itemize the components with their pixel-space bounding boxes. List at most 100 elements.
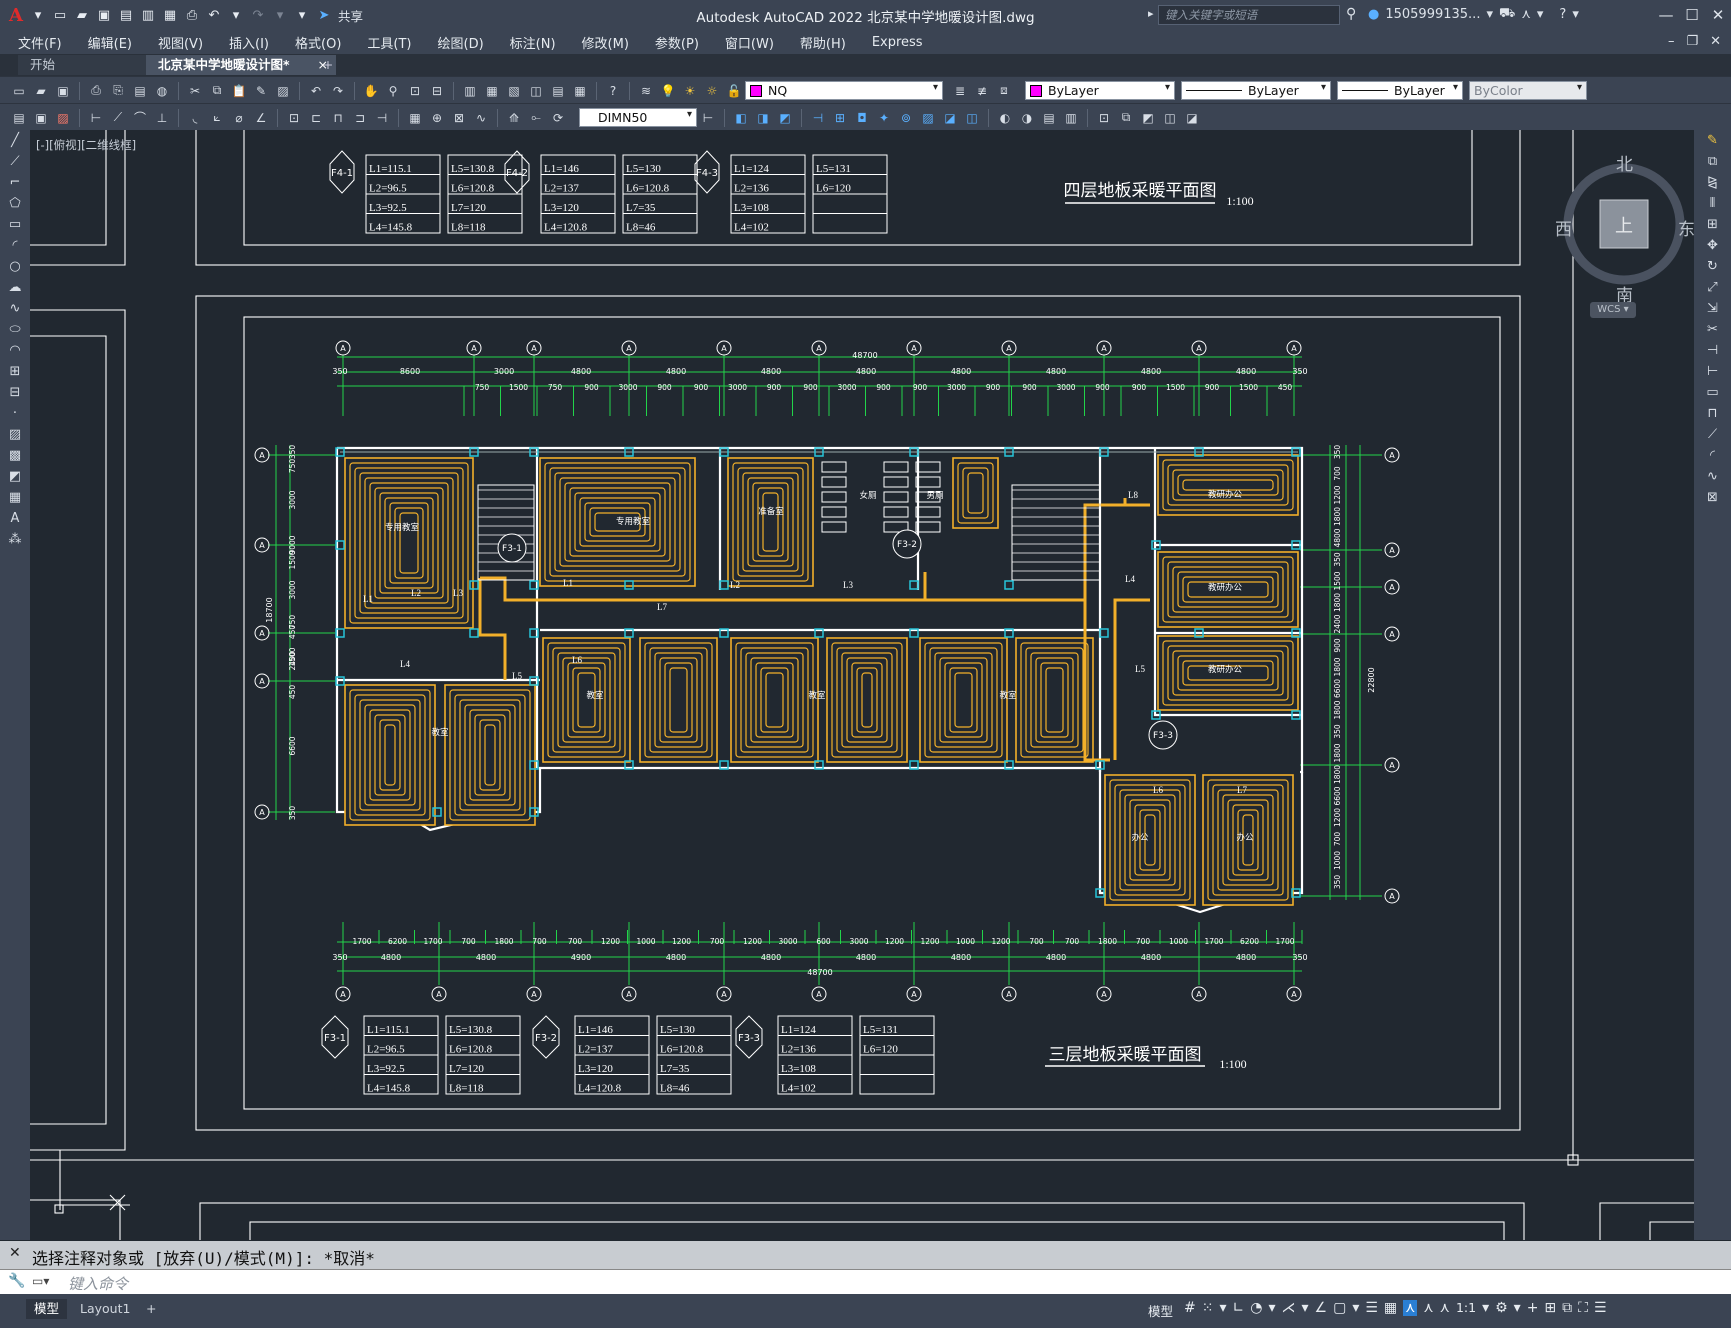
recent-commands-icon[interactable]: ▭▾ bbox=[32, 1274, 49, 1288]
dim-style-icon[interactable]: ⊢ bbox=[699, 109, 717, 127]
drawing-canvas[interactable]: F4-1 L1=115.1 L5=130.8 L2=96.5 L6=120.8 L3=92… bbox=[30, 130, 1694, 1240]
customize-wrench-icon[interactable]: 🔧 bbox=[8, 1273, 25, 1289]
scale-icon[interactable]: ⤢ bbox=[1694, 277, 1731, 298]
annotation-scale-icon[interactable]: ⋏ bbox=[1440, 1300, 1450, 1316]
dim-publish-icon[interactable]: ▤ bbox=[10, 109, 28, 127]
menu-modify[interactable]: 修改(M) bbox=[569, 33, 642, 52]
make-block-icon[interactable]: ⊟ bbox=[0, 382, 30, 403]
search-input[interactable]: 键入关键字或短语 bbox=[1158, 5, 1340, 25]
point-icon[interactable]: · bbox=[0, 403, 30, 424]
jogged-dim-icon[interactable]: ⟀ bbox=[208, 109, 226, 127]
chamfer-icon[interactable]: ⟋ bbox=[1694, 424, 1731, 445]
cart-icon[interactable]: ⛟ bbox=[1499, 6, 1515, 23]
doc-minimize-icon[interactable]: – bbox=[1668, 34, 1675, 49]
layer-previous-icon[interactable]: ≢ bbox=[973, 82, 991, 100]
dim-space-icon[interactable]: ⊐ bbox=[351, 109, 369, 127]
transparency-icon[interactable]: ▦ bbox=[1384, 1300, 1397, 1316]
menu-window[interactable]: 窗口(W) bbox=[712, 33, 787, 52]
workspace-dropdown-icon[interactable]: ▾ bbox=[1514, 1300, 1521, 1316]
quick-dim-icon[interactable]: ⊡ bbox=[285, 109, 303, 127]
array-icon[interactable]: ⊞ bbox=[1694, 214, 1731, 235]
break-icon[interactable]: ▭ bbox=[1694, 382, 1731, 403]
polygon-icon[interactable]: ⬠ bbox=[0, 193, 30, 214]
polar-dropdown-icon[interactable]: ▾ bbox=[1268, 1300, 1275, 1316]
isolate-objects-icon[interactable]: ⧉ bbox=[1562, 1300, 1572, 1316]
join-icon[interactable]: ⊓ bbox=[1694, 403, 1731, 424]
construction-line-icon[interactable]: ⟋ bbox=[0, 151, 30, 172]
search-icon[interactable]: ⚲ bbox=[1346, 6, 1356, 22]
calculator-icon[interactable]: ▦ bbox=[571, 82, 589, 100]
offset-icon[interactable]: ⫴ bbox=[1694, 193, 1731, 214]
autodesk-app-icon[interactable]: ⋏ bbox=[1521, 7, 1531, 22]
auto-scale-icon[interactable]: ⋏ bbox=[1423, 1300, 1433, 1316]
menu-parametric[interactable]: 参数(P) bbox=[642, 33, 712, 52]
save-as-icon[interactable]: ▤ bbox=[116, 5, 136, 25]
drawing-svg[interactable]: F4-1 L1=115.1 L5=130.8 L2=96.5 L6=120.8 L3=92… bbox=[30, 130, 1694, 1240]
help-icon[interactable]: ? bbox=[1559, 7, 1566, 22]
osnap-dropdown-icon[interactable]: ▾ bbox=[1352, 1300, 1359, 1316]
viewcube-north[interactable]: 北 bbox=[1616, 150, 1633, 175]
menu-express[interactable]: Express bbox=[859, 35, 936, 50]
layer-on-icon[interactable]: 💡 bbox=[659, 82, 677, 100]
draw-order-front-icon[interactable]: ◧ bbox=[732, 109, 750, 127]
redo-icon[interactable]: ↷ bbox=[248, 5, 268, 25]
table-style-icon[interactable]: ◐ bbox=[996, 109, 1014, 127]
layer-state-icon[interactable]: ⧈ bbox=[995, 82, 1013, 100]
undo-dropdown-icon[interactable]: ▾ bbox=[226, 5, 246, 25]
annotation-visibility-icon[interactable]: ⋏ bbox=[1403, 1300, 1418, 1316]
save-icon[interactable]: ▣ bbox=[54, 82, 72, 100]
tool-palettes-icon[interactable]: ▧ bbox=[505, 82, 523, 100]
color-dropdown[interactable]: ByLayer ▾ bbox=[1025, 81, 1175, 100]
linear-dim-icon[interactable]: ⊢ bbox=[87, 109, 105, 127]
3d-print-icon[interactable]: ◍ bbox=[153, 82, 171, 100]
line-icon[interactable]: ╱ bbox=[0, 130, 30, 151]
tab-layout1[interactable]: Layout1 bbox=[72, 1299, 138, 1319]
help-icon[interactable]: ? bbox=[604, 82, 622, 100]
hatch-icon[interactable]: ▨ bbox=[0, 424, 30, 445]
save-icon[interactable]: ▣ bbox=[94, 5, 114, 25]
cut-icon[interactable]: ✂ bbox=[186, 82, 204, 100]
model-space-toggle[interactable]: 模型 bbox=[1148, 1301, 1173, 1320]
osnap-icon[interactable]: ▢ bbox=[1333, 1300, 1346, 1316]
make-current-layer-icon[interactable]: ≣ bbox=[951, 82, 969, 100]
doc-close-icon[interactable]: ✕ bbox=[1710, 34, 1721, 49]
layer-freeze-icon[interactable]: ☀ bbox=[681, 82, 699, 100]
jogged-linear-icon[interactable]: ∿ bbox=[472, 109, 490, 127]
attribute-icon[interactable]: ✦ bbox=[875, 109, 893, 127]
hatch-icon[interactable]: ▨ bbox=[919, 109, 937, 127]
angular-dim-icon[interactable]: ∠ bbox=[252, 109, 270, 127]
open-web-icon[interactable]: ▥ bbox=[138, 5, 158, 25]
command-input[interactable]: 键入命令 bbox=[68, 1273, 128, 1294]
draw-order-back-icon[interactable]: ◨ bbox=[754, 109, 772, 127]
app-menu-arrow-icon[interactable]: ▾ bbox=[28, 5, 48, 25]
ordinate-dim-icon[interactable]: ⊥ bbox=[153, 109, 171, 127]
command-line[interactable]: 🔧 ▭▾ 键入命令 bbox=[0, 1269, 1731, 1295]
new-tab-button[interactable]: + bbox=[318, 55, 338, 75]
plotstyle-dropdown[interactable]: ByColor ▾ bbox=[1469, 81, 1587, 100]
autocad-logo-icon[interactable]: A bbox=[6, 5, 26, 26]
dim-edit-icon[interactable]: ⟰ bbox=[505, 109, 523, 127]
draw-order-above-icon[interactable]: ◩ bbox=[776, 109, 794, 127]
spline-icon[interactable]: ∿ bbox=[0, 298, 30, 319]
minimize-icon[interactable]: — bbox=[1653, 0, 1679, 30]
workspace-gear-icon[interactable]: ⚙ bbox=[1495, 1300, 1508, 1316]
doc-restore-icon[interactable]: ❐ bbox=[1686, 34, 1698, 49]
share-icon[interactable]: ➤ bbox=[314, 5, 334, 25]
menu-file[interactable]: 文件(F) bbox=[0, 33, 75, 52]
diameter-dim-icon[interactable]: ⌀ bbox=[230, 109, 248, 127]
layer-lock-icon[interactable]: 🔓 bbox=[725, 82, 743, 100]
customize-qa-icon[interactable]: ▾ bbox=[292, 5, 312, 25]
multiline-text-icon[interactable]: A bbox=[0, 508, 30, 529]
design-center-icon[interactable]: ▦ bbox=[483, 82, 501, 100]
dim-save-icon[interactable]: ▣ bbox=[32, 109, 50, 127]
copy-object-icon[interactable]: ⧉ bbox=[1694, 151, 1731, 172]
viewport-controls[interactable]: [-][俯视][二维线框] bbox=[36, 137, 136, 153]
open-file-icon[interactable]: ▰ bbox=[72, 5, 92, 25]
menu-edit[interactable]: 编辑(E) bbox=[75, 33, 145, 52]
tab-start[interactable]: 开始 bbox=[18, 55, 164, 75]
grid-icon[interactable]: # bbox=[1184, 1300, 1196, 1316]
paste-icon[interactable]: 📋 bbox=[230, 82, 248, 100]
dim-erase-icon[interactable]: ▨ bbox=[54, 109, 72, 127]
polyline-icon[interactable]: ⌐ bbox=[0, 172, 30, 193]
erase-icon[interactable]: ✎ bbox=[1694, 130, 1731, 151]
